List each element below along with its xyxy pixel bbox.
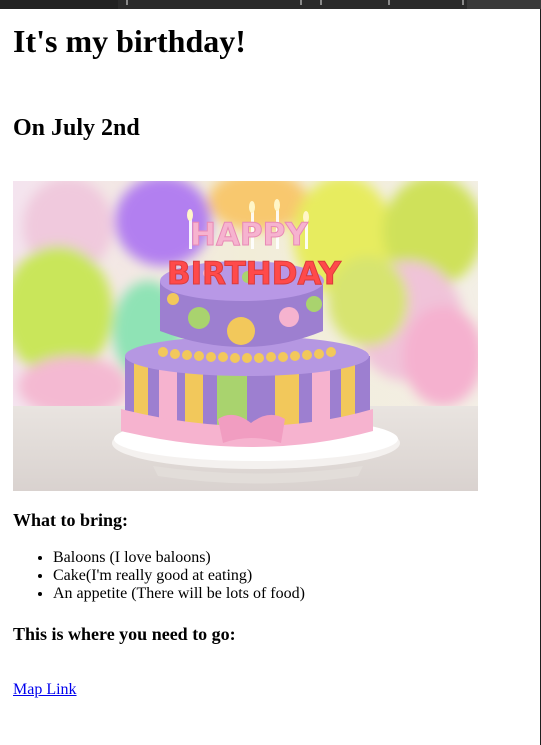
topper-word-birthday: BIRTHDAY: [167, 256, 341, 292]
top-bar-left-area: [0, 0, 118, 9]
top-bar-mark: [388, 0, 390, 5]
cake-bottom-tier: [121, 336, 373, 447]
birthday-cake-illustration: HAPPY BIRTHDAY: [13, 181, 478, 491]
editor-top-bar: [0, 0, 541, 9]
top-bar-mark: [462, 0, 464, 5]
top-bar-right-area: [467, 0, 541, 9]
bring-heading: What to bring:: [13, 510, 129, 530]
list-item: An appetite (There will be lots of food): [53, 585, 305, 603]
birthday-cake-image: HAPPY BIRTHDAY: [13, 181, 478, 491]
bring-list: Baloons (I love baloons) Cake(I'm really…: [13, 549, 305, 603]
top-bar-mark: [300, 0, 302, 5]
page-title: It's my birthday!: [13, 23, 246, 59]
map-link[interactable]: Map Link: [13, 681, 77, 699]
date-heading: On July 2nd: [13, 115, 140, 141]
top-bar-mark: [126, 0, 128, 5]
where-heading: This is where you need to go:: [13, 624, 236, 644]
top-bar-mark: [320, 0, 322, 5]
topper-word-happy: HAPPY: [190, 217, 308, 253]
list-item: Baloons (I love baloons): [53, 549, 305, 567]
list-item: Cake(I'm really good at eating): [53, 567, 305, 585]
